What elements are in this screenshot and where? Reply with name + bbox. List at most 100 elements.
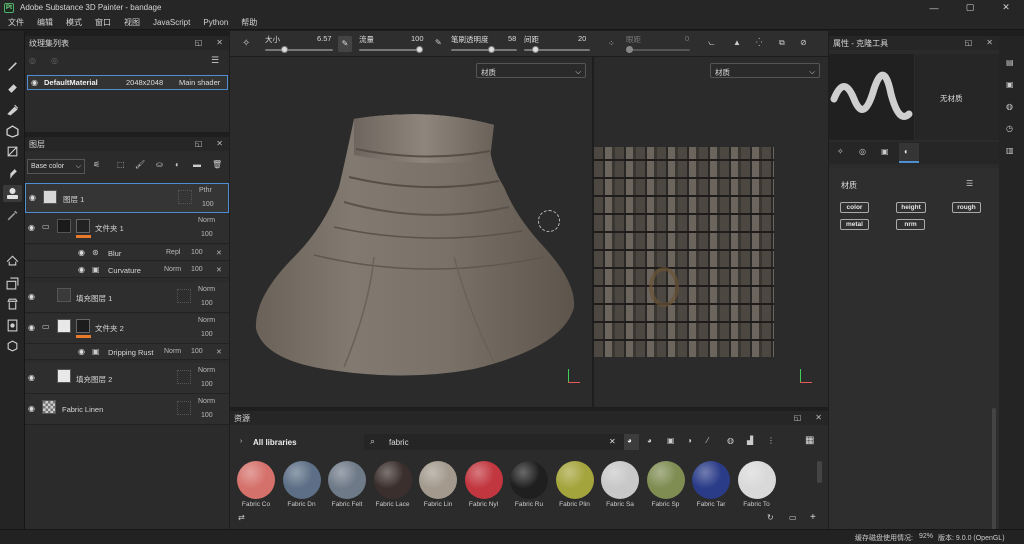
bake-icon[interactable] <box>6 253 19 266</box>
visibility-toggle-icon[interactable]: ◎ <box>29 56 36 65</box>
layer-blend-mode[interactable]: Norm <box>198 367 215 374</box>
log-icon[interactable]: ▥ <box>1006 146 1014 155</box>
layer-mask-slot[interactable] <box>177 370 191 384</box>
filter-brushes-icon[interactable]: ⁄ <box>707 436 708 445</box>
layer-blend-mode[interactable]: Norm <box>198 217 215 224</box>
color-picker-icon[interactable] <box>6 209 19 222</box>
close-panel-icon[interactable]: ✕ <box>216 139 223 148</box>
maximize-button[interactable]: ▢ <box>952 0 988 15</box>
asset-search-input[interactable]: ⌕ fabric ✕ <box>364 434 624 450</box>
eye-icon[interactable]: ◉ <box>28 323 38 332</box>
eye-icon[interactable]: ◉ <box>78 347 88 356</box>
asset-tile[interactable]: Fabric Dn <box>280 461 324 509</box>
symmetry-icon[interactable]: ▲ <box>733 38 741 47</box>
delete-layer-icon[interactable]: 🗑 <box>212 160 222 169</box>
stroke-opacity-slider-handle[interactable] <box>488 46 495 53</box>
layer-row[interactable]: ◉ ▭ 文件夹 2 Norm 100 <box>25 314 229 344</box>
material-select-icon[interactable] <box>6 277 19 290</box>
remove-effect-icon[interactable]: ✕ <box>216 348 222 356</box>
asset-tile[interactable]: Fabric Lace <box>371 461 415 509</box>
stroke-opacity-slider-track[interactable] <box>451 49 517 51</box>
channel-height-button[interactable]: height <box>896 202 926 213</box>
float-panel-icon[interactable]: ◱ <box>195 139 203 148</box>
projection-icon[interactable] <box>6 103 19 116</box>
brush-settings-icon[interactable]: ✧ <box>242 38 250 49</box>
eye-icon[interactable]: ◉ <box>78 248 88 257</box>
filter-alphas-icon[interactable]: ◍ <box>727 436 734 445</box>
asset-tile[interactable]: Fabric Ru <box>507 461 551 509</box>
layer-mask-slot[interactable] <box>177 289 191 303</box>
material-menu-icon[interactable]: ☰ <box>966 179 973 188</box>
add-effect-icon[interactable]: ⬚ <box>117 160 125 169</box>
effect-row[interactable]: ◉ ▣ Curvature Norm 100 ✕ <box>25 262 229 278</box>
channel-color-button[interactable]: color <box>840 202 869 213</box>
library-name[interactable]: All libraries <box>253 438 297 447</box>
eye-icon[interactable]: ◉ <box>28 404 38 413</box>
eye-icon[interactable]: ◉ <box>28 223 38 232</box>
jitter-value[interactable]: 0 <box>685 34 689 43</box>
pen-pressure-icon[interactable]: ✎ <box>338 36 352 52</box>
layer-blend-mode[interactable]: Norm <box>198 286 215 293</box>
menu-help[interactable]: 帮助 <box>233 17 262 28</box>
menu-javascript[interactable]: JavaScript <box>145 18 195 27</box>
layer-row[interactable]: ◉ ▭ 文件夹 1 Norm 100 <box>25 214 229 244</box>
asset-tile[interactable]: Fabric Lin <box>416 461 460 509</box>
texture-set-settings-icon[interactable]: ▤ <box>1006 58 1014 67</box>
filter-textures-icon[interactable]: ▣ <box>667 436 675 445</box>
tab-stencil-icon[interactable]: ▣ <box>881 147 889 156</box>
expand-libraries-icon[interactable]: › <box>240 438 242 445</box>
viewport-mode-select[interactable]: 材质 ⌵ <box>476 63 586 78</box>
tab-alpha-icon[interactable]: ◎ <box>859 147 866 156</box>
stencil-icon[interactable]: ⧉ <box>779 38 785 48</box>
flow-slider-handle[interactable] <box>416 46 423 53</box>
effect-blend[interactable]: Repl <box>166 249 180 256</box>
filter-smart-materials[interactable]: ◕ <box>624 434 639 450</box>
filter-environments-icon[interactable]: ▟ <box>747 436 753 445</box>
menu-mode[interactable]: 模式 <box>58 17 87 28</box>
clear-search-icon[interactable]: ✕ <box>609 437 616 446</box>
solo-icon[interactable]: ◎ <box>51 56 58 65</box>
float-panel-icon[interactable]: ◱ <box>794 413 802 422</box>
size-slider-track[interactable] <box>265 49 333 51</box>
asset-tile[interactable]: Fabric Sa <box>598 461 642 509</box>
layer-opacity[interactable]: 100 <box>201 331 213 338</box>
layer-opacity[interactable]: 100 <box>201 412 213 419</box>
tab-material[interactable]: ◐ <box>899 143 919 163</box>
add-fill-layer-icon[interactable]: ⛀ <box>156 160 163 169</box>
layer-opacity[interactable]: 100 <box>201 300 213 307</box>
add-folder-icon[interactable]: ▬ <box>193 160 201 169</box>
effect-blend[interactable]: Norm <box>164 348 181 355</box>
stroke-opacity-value[interactable]: 58 <box>508 34 516 43</box>
properties-scrollbar[interactable] <box>992 408 996 538</box>
channel-select[interactable]: Base color ⌵ <box>27 159 85 174</box>
alignment-icon[interactable]: ⦦ <box>708 38 715 48</box>
clone-tool-icon[interactable] <box>3 185 22 202</box>
lazy-mouse-icon[interactable]: ⁛ <box>756 38 762 47</box>
asset-tile[interactable]: Fabric Nyl <box>462 461 506 509</box>
asset-tile[interactable]: Fabric Sp <box>644 461 688 509</box>
opacity-pen-icon[interactable]: ✎ <box>435 38 442 47</box>
jitter-slider-track[interactable] <box>626 49 690 51</box>
viewport-2d[interactable]: 材质 ⌵ <box>594 57 828 407</box>
refresh-icon[interactable]: ↻ <box>767 513 774 522</box>
jitter-slider-handle[interactable] <box>626 46 633 53</box>
spacing-slider-handle[interactable] <box>532 46 539 53</box>
spacing-value[interactable]: 20 <box>578 34 586 43</box>
texture-set-row[interactable]: ◉ DefaultMaterial 2048x2048 Main shader <box>27 75 228 90</box>
remove-effect-icon[interactable]: ✕ <box>216 249 222 257</box>
effect-opacity[interactable]: 100 <box>191 348 203 355</box>
occlusion-icon[interactable]: ⊘ <box>800 38 807 47</box>
polygon-fill-icon[interactable] <box>6 145 19 158</box>
size-value[interactable]: 6.57 <box>317 34 332 43</box>
menu-file[interactable]: 文件 <box>0 17 29 28</box>
filter-more-icon[interactable]: ⋮ <box>767 436 775 445</box>
layer-opacity[interactable]: 100 <box>202 201 214 208</box>
add-mask-icon[interactable]: ◐ <box>175 160 180 169</box>
effect-row[interactable]: ◉ ⊛ Blur Repl 100 ✕ <box>25 245 229 261</box>
close-panel-icon[interactable]: ✕ <box>216 38 223 47</box>
asset-tile[interactable]: Fabric Felt <box>325 461 369 509</box>
eraser-icon[interactable] <box>6 81 19 94</box>
layer-blend-mode[interactable]: Norm <box>198 398 215 405</box>
display-settings-icon[interactable]: ▣ <box>1006 80 1014 89</box>
float-panel-icon[interactable]: ◱ <box>195 38 203 47</box>
